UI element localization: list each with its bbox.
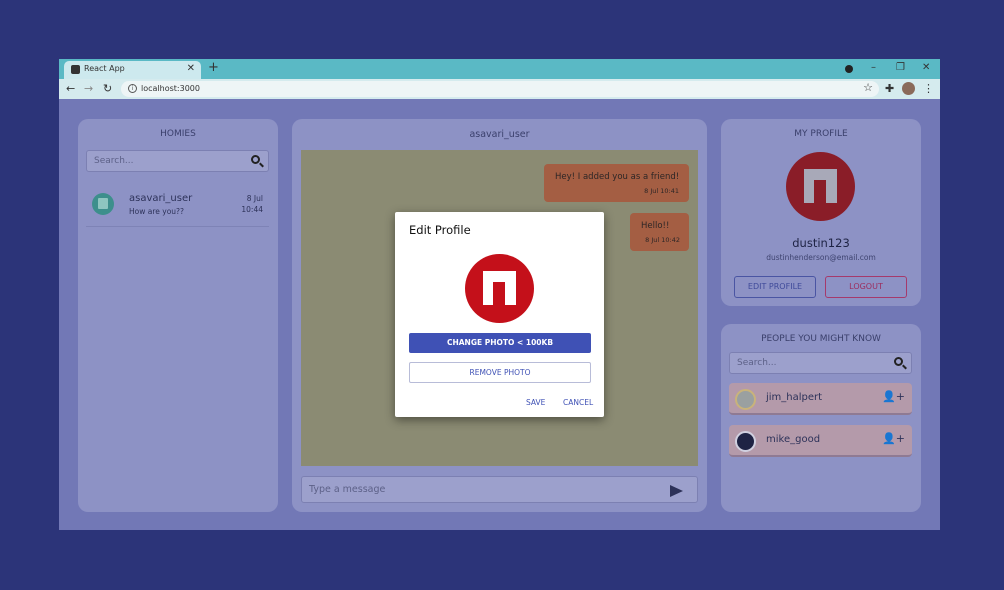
new-tab-icon[interactable]: + (208, 60, 219, 76)
bookmark-star-icon[interactable]: ☆ (863, 81, 873, 94)
message-time: 8 Jul 10:41 (644, 187, 679, 195)
profile-username: dustin123 (792, 236, 850, 250)
dialog-title: Edit Profile (409, 223, 471, 237)
logo-slot-shape (814, 180, 826, 203)
forward-arrow-icon[interactable]: → (84, 82, 93, 95)
browser-tab[interactable]: React App ✕ (64, 61, 201, 79)
browser-menu-icon[interactable]: ⋮ (923, 82, 934, 95)
message-bubble: Hello!! 8 Jul 10:42 (630, 213, 689, 251)
remove-photo-button[interactable]: REMOVE PHOTO (409, 362, 591, 383)
search-icon[interactable] (894, 357, 903, 366)
chat-date-time: 10:44 (241, 205, 263, 214)
message-input-placeholder: Type a message (309, 484, 386, 495)
person-name: mike_good (766, 434, 821, 445)
chat-date: 8 Jul 10:44 (241, 193, 263, 215)
message-bubble: Hey! I added you as a friend! 8 Jul 10:4… (544, 164, 689, 202)
info-icon[interactable]: i (128, 84, 137, 93)
restore-icon[interactable]: ❐ (896, 62, 905, 74)
message-text: Hello!! (641, 221, 670, 231)
message-time: 8 Jul 10:42 (645, 236, 680, 244)
avatar (735, 431, 756, 452)
my-profile-panel: MY PROFILE dustin123 dustinhenderson@ema… (721, 119, 921, 306)
avatar (735, 389, 756, 410)
homies-panel: HOMIES Search... asavari_user How are yo… (78, 119, 278, 512)
add-friend-icon[interactable]: 👤+ (882, 432, 905, 445)
chat-name: asavari_user (129, 193, 193, 204)
homies-title: HOMIES (160, 129, 196, 139)
tab-title: React App (84, 64, 125, 73)
chat-title: asavari_user (469, 129, 530, 140)
message-text: Hey! I added you as a friend! (555, 172, 680, 182)
change-photo-button[interactable]: CHANGE PHOTO < 100KB (409, 333, 591, 353)
url-text: localhost:3000 (141, 84, 200, 93)
browser-profile-avatar[interactable] (902, 82, 915, 95)
record-icon[interactable] (845, 65, 853, 73)
avatar (92, 193, 114, 215)
profile-avatar-logo (786, 152, 855, 221)
dialog-avatar-logo (465, 254, 534, 323)
person-name: jim_halpert (766, 392, 823, 403)
profile-email: dustinhenderson@email.com (766, 253, 876, 262)
cancel-button[interactable]: CANCEL (563, 398, 593, 407)
address-bar[interactable]: i localhost:3000 ☆ (121, 81, 879, 97)
people-you-might-know-panel: PEOPLE YOU MIGHT KNOW Search... jim_halp… (721, 324, 921, 512)
send-icon[interactable] (670, 485, 683, 497)
add-friend-icon[interactable]: 👤+ (882, 390, 905, 403)
message-input[interactable]: Type a message (301, 476, 698, 503)
minimize-icon[interactable]: – (871, 62, 876, 74)
suggested-person[interactable]: jim_halpert 👤+ (729, 383, 912, 415)
browser-toolbar: ← → ↻ i localhost:3000 ☆ ✚ ⋮ (59, 79, 940, 99)
suggested-person[interactable]: mike_good 👤+ (729, 425, 912, 457)
reload-icon[interactable]: ↻ (103, 82, 112, 95)
back-arrow-icon[interactable]: ← (66, 82, 75, 95)
search-icon[interactable] (251, 155, 260, 164)
pymk-title: PEOPLE YOU MIGHT KNOW (761, 334, 881, 344)
tab-strip: React App ✕ + – ❐ ✕ (59, 59, 940, 79)
chat-last-message: How are you?? (129, 207, 185, 216)
pymk-search-placeholder: Search... (737, 358, 777, 368)
logout-button[interactable]: LOGOUT (825, 276, 907, 298)
homies-search-input[interactable]: Search... (86, 150, 269, 172)
logo-slot-shape (493, 282, 505, 305)
homies-search-placeholder: Search... (94, 156, 134, 166)
close-tab-icon[interactable]: ✕ (187, 63, 195, 74)
close-window-icon[interactable]: ✕ (922, 62, 930, 74)
chat-date-day: 8 Jul (246, 194, 263, 203)
edit-profile-button[interactable]: EDIT PROFILE (734, 276, 816, 298)
edit-profile-dialog: Edit Profile CHANGE PHOTO < 100KB REMOVE… (395, 212, 604, 417)
chat-list-item[interactable]: asavari_user How are you?? 8 Jul 10:44 (86, 185, 269, 227)
save-button[interactable]: SAVE (526, 398, 545, 407)
pymk-search-input[interactable]: Search... (729, 352, 912, 374)
extensions-icon[interactable]: ✚ (885, 82, 894, 95)
my-profile-title: MY PROFILE (794, 129, 848, 139)
react-favicon-icon (71, 65, 80, 74)
